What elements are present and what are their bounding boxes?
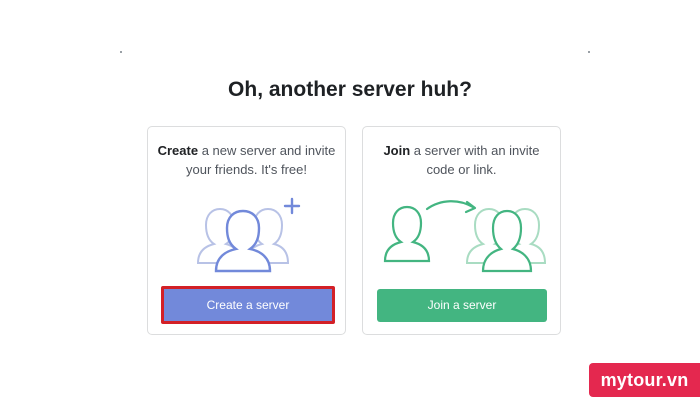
join-card-bold: Join bbox=[383, 143, 411, 158]
users-plus-icon bbox=[196, 197, 301, 273]
mytour-watermark: mytour.vn bbox=[589, 363, 700, 397]
join-users-icon bbox=[383, 200, 547, 273]
speck-left bbox=[120, 51, 122, 53]
create-server-card: Create a new server and invite your frie… bbox=[147, 126, 346, 335]
create-server-button[interactable]: Create a server bbox=[161, 286, 335, 324]
join-server-card: Join a server with an invite code or lin… bbox=[362, 126, 561, 335]
create-card-bold: Create bbox=[157, 143, 199, 158]
join-card-text: a server with an invite code or link. bbox=[410, 143, 540, 177]
create-card-text: a new server and invite your friends. It… bbox=[186, 143, 336, 177]
join-card-description: Join a server with an invite code or lin… bbox=[371, 141, 552, 179]
speck-right bbox=[588, 51, 590, 53]
page-title: Oh, another server huh? bbox=[228, 78, 472, 101]
create-card-description: Create a new server and invite your frie… bbox=[156, 141, 337, 179]
join-server-button[interactable]: Join a server bbox=[377, 289, 547, 322]
